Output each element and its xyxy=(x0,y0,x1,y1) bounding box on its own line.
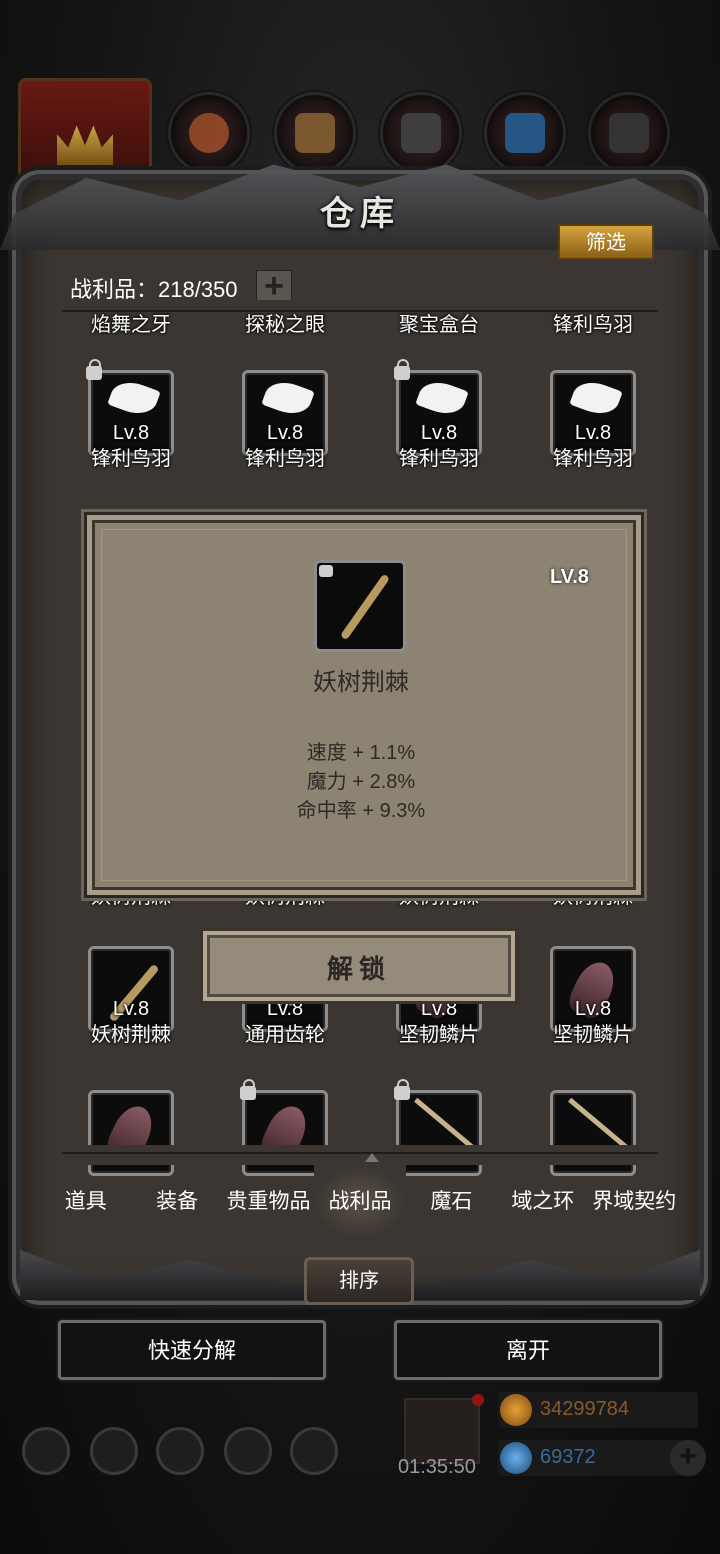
iron-resource-icon[interactable] xyxy=(380,92,462,174)
tab-items[interactable]: 道具 xyxy=(40,1165,131,1239)
tab-realm-contract[interactable]: 界域契约 xyxy=(589,1165,680,1239)
add-currency-button[interactable]: + xyxy=(670,1440,706,1476)
lock-icon xyxy=(394,1079,410,1100)
tab-loot[interactable]: 战利品 xyxy=(314,1165,406,1239)
leave-button[interactable]: 离开 xyxy=(394,1320,662,1380)
gem-counter: 69372 xyxy=(498,1440,698,1476)
top-resource-bar xyxy=(0,78,720,188)
stick-icon xyxy=(568,1097,628,1150)
settings-gear-icon[interactable] xyxy=(22,1427,70,1475)
ore-resource-icon[interactable] xyxy=(168,92,250,174)
tab-equipment[interactable]: 装备 xyxy=(131,1165,222,1239)
item-name: 焰舞之牙 xyxy=(91,314,171,336)
scroll-clip xyxy=(60,1145,660,1165)
tab-domain-ring[interactable]: 域之环 xyxy=(497,1165,588,1239)
item-name: 聚宝盒台 xyxy=(399,314,479,336)
feather-icon xyxy=(261,376,315,420)
gold-value: 34299784 xyxy=(540,1398,629,1420)
feather-icon xyxy=(569,376,623,420)
item-name: 锋利鸟羽 xyxy=(399,448,479,470)
divider xyxy=(62,1152,658,1154)
gem-icon xyxy=(500,1442,532,1474)
detail-stat-accuracy: 命中率 + 9.3% xyxy=(296,800,426,822)
item-name: 通用齿轮 xyxy=(245,1024,325,1046)
gold-coin-icon xyxy=(500,1394,532,1426)
feather-icon xyxy=(415,376,469,420)
item-name: 锋利鸟羽 xyxy=(553,448,633,470)
category-tabs: 道具 装备 贵重物品 战利品 魔石 域之环 界域契约 xyxy=(40,1165,680,1239)
lock-icon xyxy=(240,1079,256,1100)
feather-icon xyxy=(107,376,161,420)
thorn-icon xyxy=(339,573,391,641)
lock-icon xyxy=(86,359,102,380)
item-name: 探秘之眼 xyxy=(245,314,325,336)
active-tab-arrow-icon xyxy=(365,1153,379,1162)
horn-icon[interactable] xyxy=(156,1427,204,1475)
quick-decompose-button[interactable]: 快速分解 xyxy=(58,1320,326,1380)
gold-counter: 34299784 xyxy=(498,1392,698,1428)
handshake-icon[interactable] xyxy=(290,1427,338,1475)
crystal-resource-icon[interactable] xyxy=(484,92,566,174)
gift-box-icon[interactable] xyxy=(404,1394,484,1464)
mail-icon[interactable] xyxy=(224,1427,272,1475)
tab-valuables[interactable]: 贵重物品 xyxy=(223,1165,314,1239)
item-name: 锋利鸟羽 xyxy=(245,448,325,470)
item-name: 锋利鸟羽 xyxy=(553,314,633,336)
divider xyxy=(62,310,658,312)
detail-stat-speed: 速度 + 1.1% xyxy=(306,742,416,764)
lock-icon xyxy=(394,359,410,380)
tab-magic-stone[interactable]: 魔石 xyxy=(406,1165,497,1239)
detail-stat-magic: 魔力 + 2.8% xyxy=(306,771,416,793)
gem-value: 69372 xyxy=(540,1446,596,1468)
gift-timer: 01:35:50 xyxy=(398,1456,476,1478)
detail-level: LV.8 xyxy=(550,566,589,588)
item-name: 锋利鸟羽 xyxy=(91,448,171,470)
detail-item-name: 妖树荆棘 xyxy=(313,669,409,696)
item-name: 坚韧鳞片 xyxy=(553,1024,633,1046)
compass-icon[interactable] xyxy=(90,1427,138,1475)
unlock-button[interactable]: 解锁 xyxy=(200,928,518,1004)
detail-item-icon xyxy=(314,560,406,652)
filter-button[interactable]: 筛选 xyxy=(558,224,654,260)
sort-button[interactable]: 排序 xyxy=(304,1257,414,1305)
stick-icon xyxy=(414,1097,474,1150)
item-name: 妖树荆棘 xyxy=(91,1024,171,1046)
lock-icon xyxy=(319,565,333,577)
item-name: 坚韧鳞片 xyxy=(399,1024,479,1046)
stone-resource-icon[interactable] xyxy=(588,92,670,174)
wood-resource-icon[interactable] xyxy=(274,92,356,174)
